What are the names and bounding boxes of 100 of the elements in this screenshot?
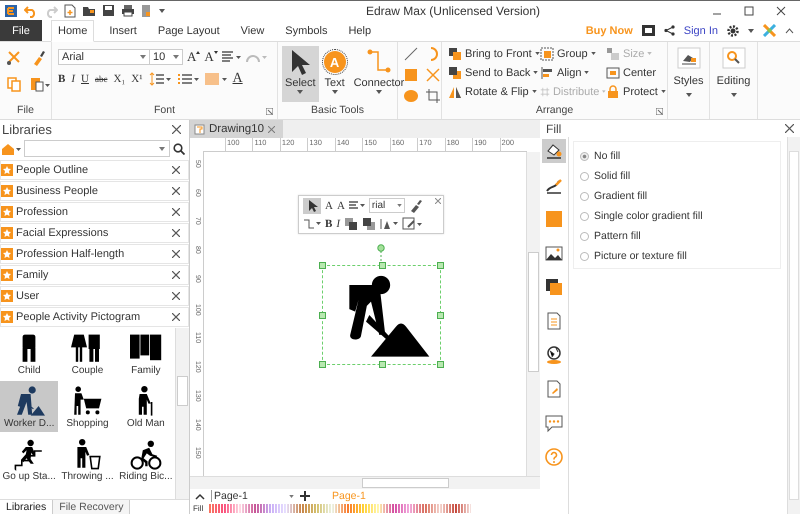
new-file-icon[interactable]	[64, 4, 76, 18]
text-style-button[interactable]: abc	[94, 74, 108, 84]
highlight-icon[interactable]	[204, 72, 226, 86]
arrange-button[interactable]: Bring to Front	[448, 46, 540, 61]
library-category[interactable]: User	[0, 286, 189, 306]
search-icon[interactable]	[173, 142, 185, 154]
send-to-back-icon[interactable]	[362, 217, 376, 232]
home-icon[interactable]	[1, 142, 21, 154]
close-icon[interactable]	[172, 313, 180, 321]
close-icon[interactable]	[172, 166, 180, 174]
line-tool-icon[interactable]	[403, 46, 419, 62]
text-align-icon[interactable]	[222, 51, 242, 63]
close-icon[interactable]	[785, 124, 794, 133]
ribbon-tab[interactable]: View	[234, 20, 270, 41]
settings-icon[interactable]	[727, 24, 739, 36]
font-size-step-button[interactable]: A	[336, 200, 345, 212]
dialog-launcher-icon[interactable]	[266, 108, 273, 115]
close-icon[interactable]	[172, 187, 180, 195]
align-icon[interactable]	[380, 218, 398, 230]
library-category[interactable]: People Outline	[0, 160, 189, 180]
library-shape[interactable]: Family	[116, 328, 175, 379]
ribbon-tab[interactable]: Help	[342, 20, 378, 41]
up-triangle-icon[interactable]	[196, 50, 200, 54]
font-size-dropdown[interactable]: 10	[149, 49, 183, 65]
flip-icon[interactable]	[448, 84, 462, 98]
color-swatch-strip[interactable]	[209, 504, 472, 513]
line-spacing-icon[interactable]	[148, 72, 170, 86]
paste-icon[interactable]	[30, 76, 50, 92]
add-page-icon[interactable]	[300, 491, 310, 501]
library-category[interactable]: People Activity Pictogram	[0, 307, 189, 327]
bring-to-front-icon[interactable]	[448, 46, 462, 60]
caret-icon[interactable]	[590, 52, 596, 55]
arrange-button[interactable]: Center	[606, 65, 666, 80]
resize-handle[interactable]	[379, 361, 386, 368]
format-painter-icon[interactable]	[408, 198, 423, 213]
library-category[interactable]: Profession Half-length	[0, 244, 189, 264]
radio-button[interactable]	[580, 172, 589, 180]
arrange-button[interactable]: Rotate & Flip	[448, 84, 540, 99]
fill-option-label[interactable]: Picture or texture fill	[594, 250, 687, 262]
bring-to-front-icon[interactable]	[344, 217, 358, 232]
file-menu-button[interactable]: File	[0, 20, 42, 41]
crop-tool-icon[interactable]	[425, 88, 441, 104]
text-style-button[interactable]: B	[325, 218, 332, 230]
radio-button[interactable]	[580, 252, 589, 260]
text-style-button[interactable]: X₁	[113, 73, 126, 85]
dialog-launcher-icon[interactable]	[656, 108, 663, 115]
close-icon[interactable]	[776, 6, 786, 16]
text-style-button[interactable]: I	[336, 218, 340, 230]
styles-button[interactable]: Styles	[668, 42, 709, 97]
tool-button[interactable]: A Text	[320, 46, 349, 102]
resize-handle[interactable]	[437, 312, 444, 319]
document-tab[interactable]: Drawing10	[190, 120, 283, 138]
caret-icon[interactable]	[289, 494, 294, 498]
close-icon[interactable]	[172, 125, 181, 134]
ribbon-tab[interactable]: Insert	[103, 20, 143, 41]
text-style-button[interactable]: X¹	[131, 73, 142, 85]
caret-icon[interactable]	[173, 55, 179, 59]
sign-in-link[interactable]: Sign In	[684, 24, 718, 36]
ribbon-tab[interactable]: Home	[51, 20, 94, 42]
document-tab-label[interactable]: Drawing10	[209, 123, 264, 135]
font-color-button[interactable]: A	[232, 71, 243, 87]
radio-button[interactable]	[580, 192, 589, 200]
radio-button[interactable]	[580, 152, 589, 160]
close-icon[interactable]	[172, 271, 180, 279]
collapse-ribbon-icon[interactable]	[785, 28, 794, 34]
library-search-field[interactable]	[24, 140, 170, 157]
connector-style-icon[interactable]	[303, 218, 321, 230]
caret-icon[interactable]	[533, 71, 538, 74]
vertical-scrollbar[interactable]	[526, 152, 540, 476]
caret-icon[interactable]	[140, 55, 146, 59]
caret-icon[interactable]	[159, 8, 165, 12]
caret-icon[interactable]	[686, 93, 692, 97]
close-icon[interactable]	[172, 292, 180, 300]
align-icon[interactable]	[540, 66, 554, 80]
resize-handle[interactable]	[437, 262, 444, 269]
library-category[interactable]: Family	[0, 265, 189, 285]
library-shape[interactable]: Shopping	[58, 381, 117, 432]
font-size-step-button[interactable]: A	[325, 200, 333, 212]
library-shape[interactable]: Child	[0, 328, 58, 379]
caret-icon[interactable]	[748, 28, 754, 32]
text-style-button[interactable]: U	[81, 73, 89, 85]
fill-icon[interactable]	[542, 139, 566, 163]
bullet-list-icon[interactable]	[176, 72, 198, 86]
close-icon[interactable]	[172, 229, 180, 237]
folder-icon[interactable]	[82, 4, 96, 16]
resize-handle[interactable]	[437, 361, 444, 368]
arrange-button[interactable]: Send to Back	[448, 65, 540, 80]
arrange-button[interactable]: Group	[540, 46, 606, 61]
caret-icon[interactable]	[376, 90, 382, 94]
arrange-button[interactable]: Protect	[606, 84, 666, 99]
tool-button[interactable]: Select	[282, 46, 319, 102]
fill-option-label[interactable]: Pattern fill	[594, 230, 641, 242]
share-icon[interactable]	[664, 25, 675, 36]
radio-button[interactable]	[580, 212, 589, 220]
caret-icon[interactable]	[730, 93, 736, 97]
caret-icon[interactable]	[584, 71, 590, 74]
library-shape[interactable]: Worker D...	[0, 381, 58, 432]
text-style-button[interactable]: B	[58, 73, 66, 85]
shrink-font-button[interactable]: A	[204, 49, 214, 65]
horizontal-scrollbar[interactable]	[190, 476, 540, 489]
